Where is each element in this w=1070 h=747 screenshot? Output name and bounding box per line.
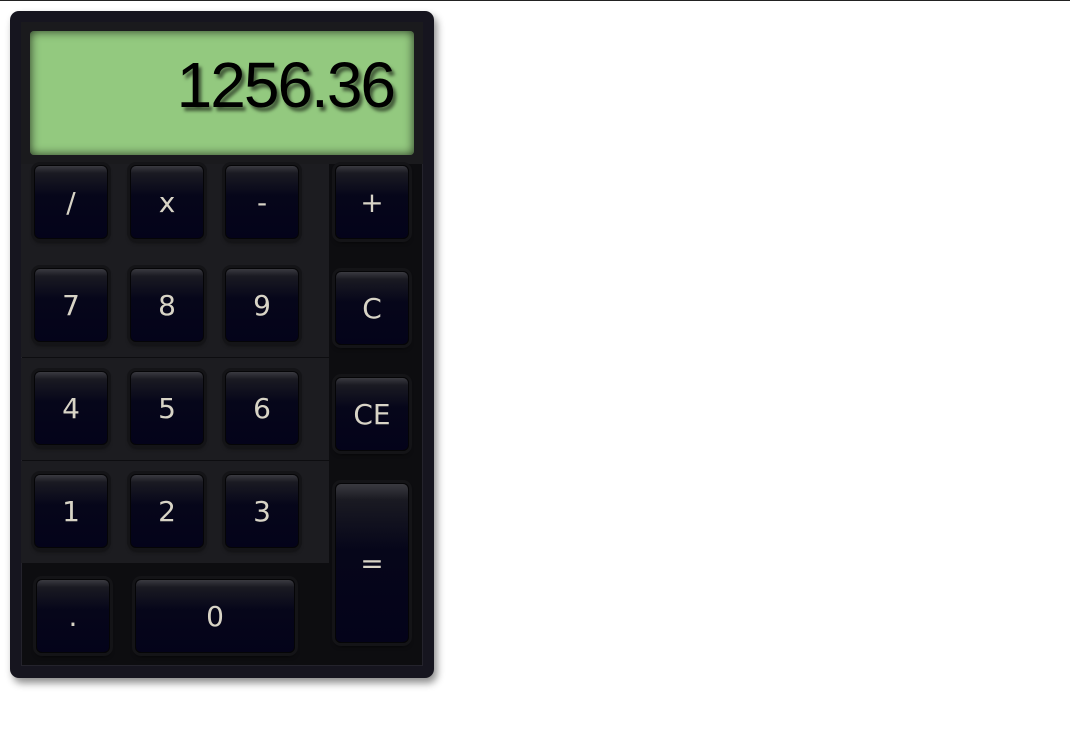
digit-2-button[interactable]: 2 [130,474,204,548]
display-bezel: 1256.36 [21,22,423,164]
digit-8-label: 8 [158,288,176,322]
digit-6-button[interactable]: 6 [225,371,299,445]
digit-2-label: 2 [158,494,176,528]
divide-button[interactable]: / [34,165,108,239]
top-divider-line [0,0,1070,1]
display-screen: 1256.36 [30,31,414,155]
digit-5-label: 5 [158,391,176,425]
digit-3-button[interactable]: 3 [225,474,299,548]
digit-3-label: 3 [253,494,271,528]
clear-entry-button[interactable]: CE [335,377,409,451]
digit-1-button[interactable]: 1 [34,474,108,548]
clear-button-label: C [362,291,382,325]
calculator: 1256.36 / x - + 7 8 9 C 4 5 6 CE 1 2 3 =… [10,11,434,678]
multiply-button-label: x [158,185,176,219]
digit-4-button[interactable]: 4 [34,371,108,445]
equals-button-label: = [360,546,384,580]
clear-entry-button-label: CE [353,397,391,431]
digit-5-button[interactable]: 5 [130,371,204,445]
multiply-button[interactable]: x [130,165,204,239]
decimal-point-label: . [68,599,78,633]
digit-7-button[interactable]: 7 [34,268,108,342]
display-value: 1256.36 [176,49,396,121]
digit-7-label: 7 [62,288,80,322]
digit-9-label: 9 [253,288,271,322]
clear-button[interactable]: C [335,271,409,345]
digit-4-label: 4 [62,391,80,425]
subtract-button-label: - [256,185,268,219]
add-button[interactable]: + [335,165,409,239]
add-button-label: + [360,185,384,219]
digit-0-label: 0 [206,599,224,633]
decimal-point-button[interactable]: . [36,579,110,653]
digit-0-button[interactable]: 0 [135,579,295,653]
digit-6-label: 6 [253,391,271,425]
subtract-button[interactable]: - [225,165,299,239]
digit-8-button[interactable]: 8 [130,268,204,342]
digit-9-button[interactable]: 9 [225,268,299,342]
digit-1-label: 1 [62,494,80,528]
equals-button[interactable]: = [335,483,409,643]
divide-button-label: / [66,185,76,219]
